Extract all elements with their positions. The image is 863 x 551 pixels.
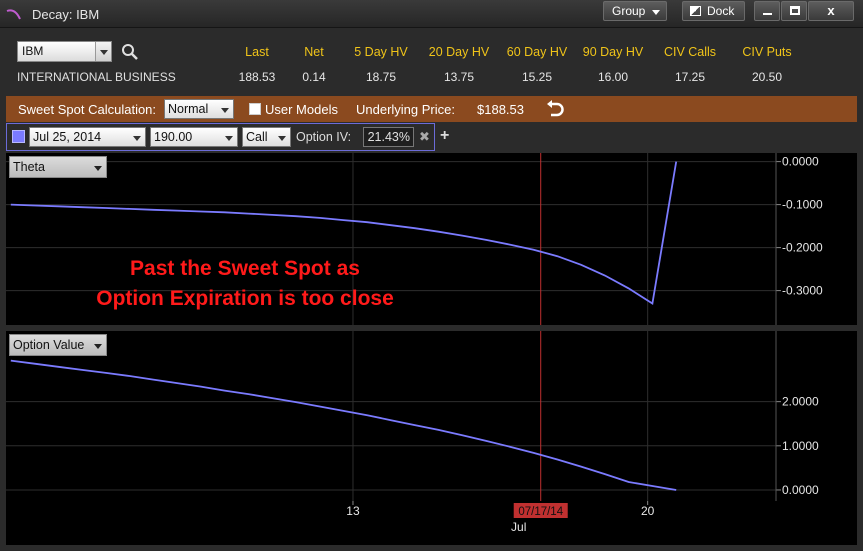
- group-label: Group: [612, 4, 646, 18]
- strike-value: 190.00: [154, 130, 193, 144]
- y-tick-label: 0.0000: [782, 483, 819, 497]
- option-value-chart-panel: 2.0000 1.0000 0.0000 Option Value: [6, 331, 857, 501]
- user-models-label: User Models: [265, 102, 338, 117]
- decay-icon: [6, 9, 21, 20]
- hv20-header: 20 Day HV: [428, 45, 490, 59]
- x-tick-label: 20: [641, 504, 655, 518]
- theta-metric-select[interactable]: Theta: [9, 156, 107, 178]
- maximize-icon: [790, 6, 800, 15]
- expiration-select[interactable]: Jul 25, 2014: [29, 127, 146, 147]
- title-bar: Decay: IBM Group Dock x: [0, 0, 863, 28]
- y-tick-label: 2.0000: [782, 395, 819, 409]
- theta-metric-value: Theta: [13, 160, 45, 174]
- option-value-metric-value: Option Value: [13, 338, 85, 352]
- strike-select[interactable]: 190.00: [150, 127, 238, 147]
- y-tick-label: -0.1000: [782, 198, 823, 212]
- y-tick-label: -0.2000: [782, 241, 823, 255]
- close-icon: x: [827, 3, 835, 18]
- search-icon[interactable]: [121, 43, 139, 61]
- hv5-header: 5 Day HV: [354, 45, 408, 59]
- symbol-input[interactable]: IBM: [17, 41, 112, 62]
- dock-icon: [690, 6, 701, 16]
- civ-puts-value: 20.50: [751, 70, 783, 84]
- hv5-value: 18.75: [365, 70, 397, 84]
- reset-icon[interactable]: [546, 100, 564, 118]
- calculation-mode-value: Normal: [168, 102, 209, 116]
- civ-puts-header: CIV Puts: [742, 45, 792, 59]
- option-type-value: Call: [246, 130, 268, 144]
- annotation-line-1: Past the Sweet Spot as: [130, 257, 360, 280]
- chevron-down-icon: [94, 344, 102, 349]
- calculation-mode-select[interactable]: Normal: [164, 99, 234, 119]
- chevron-down-icon: [278, 136, 286, 141]
- month-label: Jul: [511, 520, 526, 534]
- date-marker-label: 07/17/14: [518, 506, 563, 518]
- chevron-down-icon: [225, 136, 233, 141]
- symbol-dropdown-icon[interactable]: [95, 42, 111, 61]
- dock-label: Dock: [707, 4, 735, 18]
- chevron-down-icon: [94, 166, 102, 171]
- expiration-value: Jul 25, 2014: [33, 130, 102, 144]
- option-selector-row: Jul 25, 2014 190.00 Call Option IV: 21.4…: [6, 123, 435, 151]
- maximize-button[interactable]: [781, 1, 807, 21]
- y-tick-label: -0.3000: [782, 284, 823, 298]
- option-iv-input[interactable]: 21.43%: [363, 127, 414, 147]
- dock-button[interactable]: Dock: [682, 1, 745, 21]
- theta-series-line: [10, 161, 678, 305]
- minimize-icon: [763, 13, 772, 15]
- option-iv-label: Option IV:: [296, 130, 352, 144]
- remove-option-icon[interactable]: ✖: [419, 129, 430, 145]
- option-type-select[interactable]: Call: [242, 127, 291, 147]
- group-button[interactable]: Group: [603, 1, 667, 21]
- series-color-swatch[interactable]: [12, 130, 25, 143]
- hv20-value: 13.75: [443, 70, 475, 84]
- time-axis-svg: 13 20 07/17/14 Jul: [346, 501, 655, 534]
- underlying-price-label: Underlying Price:: [356, 102, 455, 117]
- window-title: Decay: IBM: [32, 7, 100, 22]
- underlying-price-value: $188.53: [477, 102, 524, 117]
- add-option-icon[interactable]: +: [440, 127, 449, 145]
- close-button[interactable]: x: [808, 1, 854, 21]
- option-value-chart: 2.0000 1.0000 0.0000: [6, 331, 819, 501]
- symbol-value: IBM: [22, 44, 44, 58]
- y-tick-label: 0.0000: [782, 155, 819, 169]
- chevron-down-icon: [133, 136, 141, 141]
- option-value-metric-select[interactable]: Option Value: [9, 334, 107, 356]
- time-axis: 13 20 07/17/14 Jul: [6, 501, 857, 545]
- sweet-spot-bar: Sweet Spot Calculation: Normal User Mode…: [6, 96, 857, 122]
- chevron-down-icon: [221, 108, 229, 113]
- option-value-series-line: [10, 359, 677, 491]
- quote-panel: IBM INTERNATIONAL BUSINESS Last 188.53 N…: [0, 29, 863, 95]
- annotation-line-2: Option Expiration is too close: [96, 287, 394, 310]
- theta-chart-panel: 0.0000 -0.1000 -0.2000 -0.3000 Theta Past t…: [6, 153, 857, 325]
- user-models-checkbox[interactable]: [249, 103, 261, 115]
- y-tick-label: 1.0000: [782, 439, 819, 453]
- x-tick-label: 13: [346, 504, 360, 518]
- company-name: INTERNATIONAL BUSINESS: [17, 70, 176, 84]
- sweet-spot-label: Sweet Spot Calculation:: [18, 102, 157, 117]
- minimize-button[interactable]: [754, 1, 780, 21]
- chevron-down-icon: [652, 10, 660, 15]
